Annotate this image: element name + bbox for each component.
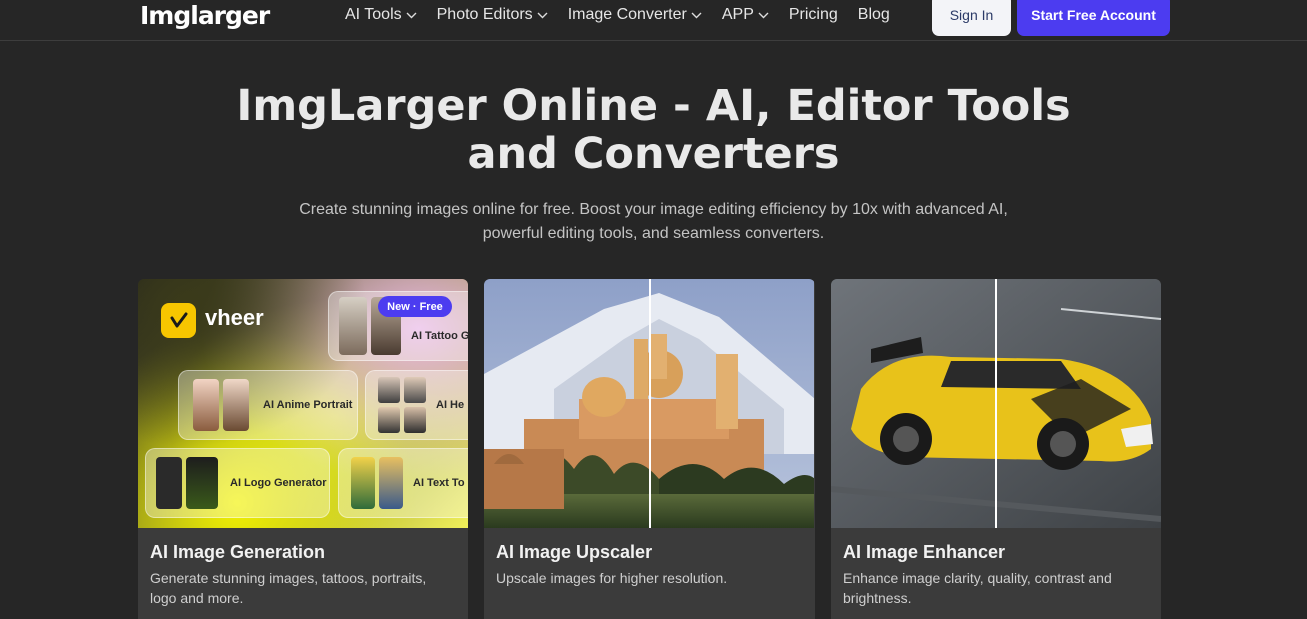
comparison-divider[interactable] <box>995 279 997 528</box>
hero-subtitle-line1: Create stunning images online for free. … <box>299 201 1008 218</box>
hero-title-line2: and Converters <box>467 129 840 179</box>
text-to-image-thumb <box>379 457 403 509</box>
tile-ai-tattoo-label: AI Tattoo Ge <box>411 330 468 342</box>
new-free-badge: New · Free <box>378 296 452 317</box>
start-free-account-button[interactable]: Start Free Account <box>1017 0 1170 36</box>
headshot-thumb <box>404 407 426 433</box>
menu-image-converter[interactable]: Image Converter <box>568 5 702 25</box>
menu-pricing[interactable]: Pricing <box>789 5 838 25</box>
comparison-divider[interactable] <box>649 279 651 528</box>
card-description: Upscale images for higher resolution. <box>496 570 728 586</box>
logo-thumb <box>156 457 182 509</box>
tile-ai-anime-portrait: AI Anime Portrait <box>178 370 358 440</box>
logo-thumb <box>186 457 218 509</box>
hero-subtitle-line2: powerful editing tools, and seamless con… <box>482 225 825 242</box>
menu-ai-tools-label: AI Tools <box>345 6 402 23</box>
menu-photo-editors[interactable]: Photo Editors <box>437 5 548 25</box>
chevron-down-icon <box>406 12 417 18</box>
headshot-thumb <box>378 377 400 403</box>
tile-ai-headshot-label: AI He <box>436 399 465 411</box>
headshot-thumb <box>378 407 400 433</box>
vheer-brand: vheer <box>205 305 264 330</box>
menu-pricing-label: Pricing <box>788 6 838 23</box>
menu-app-label: APP <box>721 6 754 23</box>
imglarger-logo[interactable]: Imglarger <box>140 1 270 30</box>
tattoo-thumb <box>339 297 367 355</box>
hero-title-line1: ImgLarger Online - AI, Editor Tools <box>236 81 1071 131</box>
tile-ai-anime-portrait-label: AI Anime Portrait <box>263 399 353 411</box>
headshot-thumb <box>404 377 426 403</box>
tile-ai-text-to-image: AI Text To I <box>338 448 468 518</box>
hero-title: ImgLarger Online - AI, Editor Tools and … <box>0 82 1307 178</box>
anime-thumb <box>223 379 249 431</box>
ai-image-upscaler-preview <box>484 279 814 528</box>
menu-photo-editors-label: Photo Editors <box>436 6 533 23</box>
card-description: Generate stunning images, tattoos, portr… <box>150 570 427 606</box>
card-ai-image-upscaler[interactable]: AI Image Upscaler Upscale images for hig… <box>484 279 815 619</box>
chevron-down-icon <box>537 12 548 18</box>
headshot-grid <box>378 377 426 433</box>
ai-image-enhancer-preview <box>831 279 1161 528</box>
card-ai-image-generation[interactable]: vheer AI Tattoo Ge New · Free AI Anime P… <box>138 279 468 619</box>
sign-in-button[interactable]: Sign In <box>932 0 1011 36</box>
tile-ai-text-to-image-label: AI Text To I <box>413 477 468 489</box>
tile-ai-logo-generator-label: AI Logo Generator <box>230 477 327 489</box>
menu-blog-label: Blog <box>857 6 890 23</box>
main-menu: AI Tools Photo Editors Image Converter A… <box>345 5 910 25</box>
top-nav: Imglarger AI Tools Photo Editors Image C… <box>0 0 1307 41</box>
chevron-down-icon <box>758 12 769 18</box>
anime-thumb <box>193 379 219 431</box>
menu-app[interactable]: APP <box>722 5 769 25</box>
hero-subtitle: Create stunning images online for free. … <box>0 198 1307 246</box>
menu-image-converter-label: Image Converter <box>567 6 687 23</box>
tile-ai-logo-generator: AI Logo Generator <box>145 448 330 518</box>
card-ai-image-enhancer[interactable]: AI Image Enhancer Enhance image clarity,… <box>831 279 1161 619</box>
card-description: Enhance image clarity, quality, contrast… <box>843 570 1112 606</box>
menu-blog[interactable]: Blog <box>858 5 890 25</box>
menu-ai-tools[interactable]: AI Tools <box>345 5 417 25</box>
card-title: AI Image Upscaler <box>496 542 653 562</box>
vheer-logo-icon <box>161 303 196 338</box>
ai-image-generation-preview: vheer AI Tattoo Ge New · Free AI Anime P… <box>138 279 468 528</box>
card-title: AI Image Generation <box>150 542 326 562</box>
tile-ai-headshot: AI He <box>365 370 468 440</box>
chevron-down-icon <box>691 12 702 18</box>
text-to-image-thumb <box>351 457 375 509</box>
card-title: AI Image Enhancer <box>843 542 1006 562</box>
